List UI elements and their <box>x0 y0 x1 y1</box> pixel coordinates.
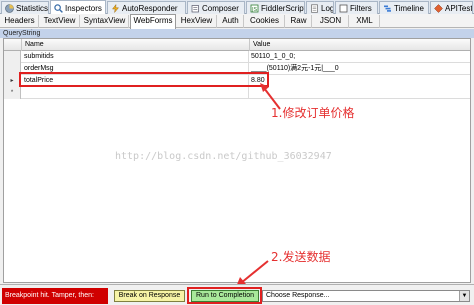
param-name-cell[interactable] <box>21 87 249 99</box>
tab-cookies[interactable]: Cookies <box>245 15 285 28</box>
tab-apitest-label: APITest <box>445 3 473 13</box>
tab-statistics[interactable]: Statistics <box>1 1 49 14</box>
param-value-cell[interactable]: 50110_1_0_0; <box>249 51 470 63</box>
tab-webforms[interactable]: WebForms <box>130 14 176 29</box>
lightning-icon <box>111 3 120 13</box>
new-row[interactable]: * <box>4 87 470 99</box>
choose-response-value: Choose Response... <box>266 292 330 299</box>
row-header[interactable] <box>4 51 21 63</box>
tab-log[interactable]: Log <box>306 1 334 14</box>
tab-timeline-label: Timeline <box>394 3 424 13</box>
param-name-cell[interactable]: submitids <box>21 51 249 63</box>
statistics-icon <box>5 3 14 13</box>
svg-text:JS: JS <box>251 7 258 13</box>
tab-json[interactable]: JSON <box>313 15 349 28</box>
inspector-tab-strip: Headers TextView SyntaxView WebForms Hex… <box>0 14 474 29</box>
break-on-response-button[interactable]: Break on Response <box>114 290 185 302</box>
tab-timeline[interactable]: Timeline <box>379 1 429 14</box>
tab-autoresponder-label: AutoResponder <box>122 3 178 13</box>
highlight-run-button <box>187 287 262 304</box>
tab-composer[interactable]: Composer <box>187 1 245 14</box>
tab-statistics-label: Statistics <box>16 3 49 13</box>
querystring-section-title: QueryString <box>0 29 474 38</box>
tab-fiddlerscript[interactable]: JS FiddlerScript <box>246 1 305 14</box>
tab-auth[interactable]: Auth <box>218 15 244 28</box>
tab-filters-label: Filters <box>350 3 372 13</box>
grid-header: Name Value <box>4 39 470 51</box>
watermark-text: http://blog.csdn.net/github_36032947 <box>115 151 332 162</box>
column-header-value[interactable]: Value <box>249 39 470 51</box>
column-header-name[interactable]: Name <box>21 39 249 51</box>
chevron-down-icon[interactable]: ▼ <box>459 291 469 301</box>
main-tab-strip: Statistics Inspectors AutoResponder Comp… <box>0 0 474 15</box>
tab-apitest[interactable]: APITest <box>430 1 473 14</box>
new-row-marker[interactable]: * <box>4 87 21 99</box>
tab-inspectors-label: Inspectors <box>65 3 102 13</box>
tab-headers[interactable]: Headers <box>1 15 39 28</box>
log-icon <box>311 3 318 13</box>
tab-xml[interactable]: XML <box>350 15 380 28</box>
apitest-icon <box>434 3 443 13</box>
checkbox-icon <box>339 4 348 12</box>
annotation-send-data: 2.发送数据 <box>271 250 331 264</box>
param-value-cell[interactable]: ____(50110)满2元-1元|___0 <box>249 63 470 75</box>
magnifier-icon <box>54 3 63 13</box>
tab-textview[interactable]: TextView <box>40 15 80 28</box>
timeline-icon <box>384 5 391 12</box>
tab-fiddlerscript-label: FiddlerScript <box>261 3 305 13</box>
tab-log-label: Log <box>321 3 334 13</box>
script-icon: JS <box>250 4 259 13</box>
breakpoint-status: Breakpoint hit. Tamper, then: <box>2 288 108 304</box>
composer-icon <box>191 4 199 12</box>
tab-autoresponder[interactable]: AutoResponder <box>107 1 186 14</box>
tab-hexview[interactable]: HexView <box>177 15 217 28</box>
tab-filters[interactable]: Filters <box>335 1 378 14</box>
tab-syntaxview[interactable]: SyntaxView <box>81 15 129 28</box>
tab-raw[interactable]: Raw <box>286 15 312 28</box>
highlight-totalprice-row <box>19 72 269 87</box>
tab-composer-label: Composer <box>202 3 239 13</box>
annotation-modify-price: 1.修改订单价格 <box>271 106 355 120</box>
table-row[interactable]: submitids 50110_1_0_0; <box>4 51 470 63</box>
choose-response-select[interactable]: Choose Response... ▼ <box>262 290 470 302</box>
tab-inspectors[interactable]: Inspectors <box>50 0 106 15</box>
